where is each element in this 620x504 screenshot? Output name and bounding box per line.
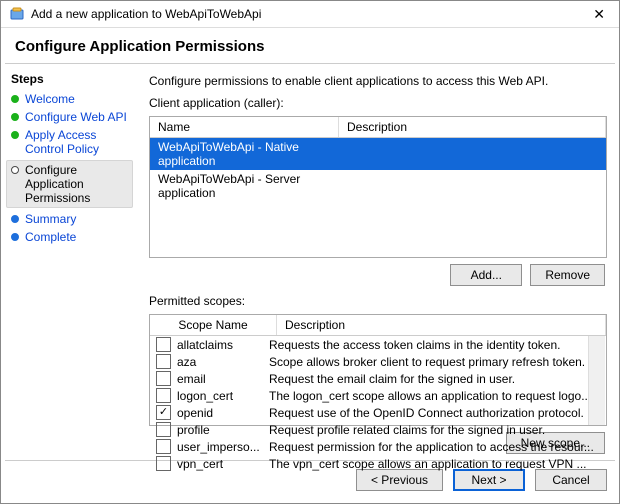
step-bullet-icon bbox=[11, 233, 19, 241]
scope-checkbox[interactable] bbox=[156, 371, 171, 386]
scope-row[interactable]: user_imperso...Request permission for th… bbox=[150, 438, 606, 455]
scope-row[interactable]: logon_certThe logon_cert scope allows an… bbox=[150, 387, 606, 404]
steps-sidebar: Steps Welcome Configure Web API Apply Acce… bbox=[1, 64, 139, 460]
scope-name: logon_cert bbox=[177, 389, 269, 403]
client-desc bbox=[330, 172, 598, 200]
step-bullet-icon bbox=[11, 166, 19, 174]
window-title: Add a new application to WebApiToWebApi bbox=[31, 7, 261, 21]
step-item[interactable]: Configure Web API bbox=[11, 110, 133, 124]
page-title: Configure Application Permissions bbox=[1, 28, 619, 63]
scope-desc: Request profile related claims for the s… bbox=[269, 423, 600, 437]
scopes-table[interactable]: Scope Name Description allatclaimsReques… bbox=[149, 314, 607, 426]
scopes-label: Permitted scopes: bbox=[149, 294, 607, 308]
step-label: Summary bbox=[25, 212, 76, 226]
steps-heading: Steps bbox=[11, 72, 133, 86]
step-item[interactable]: Summary bbox=[11, 212, 133, 226]
scope-row[interactable]: emailRequest the email claim for the sig… bbox=[150, 370, 606, 387]
scope-name: user_imperso... bbox=[177, 440, 269, 454]
client-row[interactable]: WebApiToWebApi - Native application bbox=[150, 138, 606, 170]
client-header: Name Description bbox=[150, 117, 606, 138]
client-label: Client application (caller): bbox=[149, 96, 607, 110]
client-table[interactable]: Name Description WebApiToWebApi - Native… bbox=[149, 116, 607, 258]
scope-name: vpn_cert bbox=[177, 457, 269, 471]
scope-checkbox[interactable] bbox=[156, 439, 171, 454]
scrollbar[interactable] bbox=[588, 336, 605, 425]
scope-checkbox[interactable] bbox=[156, 456, 171, 471]
client-col-desc[interactable]: Description bbox=[339, 117, 606, 137]
main-panel: Configure permissions to enable client a… bbox=[139, 64, 619, 460]
step-item[interactable]: Apply Access Control Policy bbox=[11, 128, 133, 156]
client-row[interactable]: WebApiToWebApi - Server application bbox=[150, 170, 606, 202]
scopes-header: Scope Name Description bbox=[150, 315, 606, 336]
scope-desc: The logon_cert scope allows an applicati… bbox=[269, 389, 600, 403]
scope-desc: Requests the access token claims in the … bbox=[269, 338, 600, 352]
step-bullet-icon bbox=[11, 131, 19, 139]
scope-col-desc[interactable]: Description bbox=[277, 315, 606, 335]
add-button[interactable]: Add... bbox=[450, 264, 522, 286]
scope-checkbox[interactable] bbox=[156, 405, 171, 420]
scope-col-name[interactable]: Scope Name bbox=[150, 315, 277, 335]
step-label: Complete bbox=[25, 230, 76, 244]
scope-checkbox[interactable] bbox=[156, 337, 171, 352]
step-bullet-icon bbox=[11, 95, 19, 103]
previous-button[interactable]: < Previous bbox=[356, 469, 443, 491]
scope-row[interactable]: openidRequest use of the OpenID Connect … bbox=[150, 404, 606, 421]
scope-name: aza bbox=[177, 355, 269, 369]
scope-name: profile bbox=[177, 423, 269, 437]
step-label: Configure Web API bbox=[25, 110, 127, 124]
scope-desc: Request the email claim for the signed i… bbox=[269, 372, 600, 386]
scope-row[interactable]: vpn_certThe vpn_cert scope allows an app… bbox=[150, 455, 606, 472]
scope-name: openid bbox=[177, 406, 269, 420]
scope-row[interactable]: allatclaimsRequests the access token cla… bbox=[150, 336, 606, 353]
step-bullet-icon bbox=[11, 113, 19, 121]
scope-desc: The vpn_cert scope allows an application… bbox=[269, 457, 600, 471]
scope-row[interactable]: profileRequest profile related claims fo… bbox=[150, 421, 606, 438]
client-name: WebApiToWebApi - Native application bbox=[158, 140, 330, 168]
scope-desc: Request use of the OpenID Connect author… bbox=[269, 406, 600, 420]
scope-row[interactable]: azaScope allows broker client to request… bbox=[150, 353, 606, 370]
app-icon bbox=[9, 6, 25, 22]
scope-name: email bbox=[177, 372, 269, 386]
step-label: Welcome bbox=[25, 92, 75, 106]
scope-checkbox[interactable] bbox=[156, 388, 171, 403]
step-label: Configure Application Permissions bbox=[25, 163, 128, 205]
instruction-text: Configure permissions to enable client a… bbox=[149, 74, 607, 88]
scope-checkbox[interactable] bbox=[156, 354, 171, 369]
scope-name: allatclaims bbox=[177, 338, 269, 352]
client-col-name[interactable]: Name bbox=[150, 117, 339, 137]
step-item: Configure Application Permissions bbox=[6, 160, 133, 208]
scope-desc: Scope allows broker client to request pr… bbox=[269, 355, 600, 369]
remove-button[interactable]: Remove bbox=[530, 264, 605, 286]
scope-desc: Request permission for the application t… bbox=[269, 440, 600, 454]
client-name: WebApiToWebApi - Server application bbox=[158, 172, 330, 200]
client-desc bbox=[330, 140, 598, 168]
close-icon[interactable]: ✕ bbox=[587, 5, 611, 23]
step-item[interactable]: Complete bbox=[11, 230, 133, 244]
next-button[interactable]: Next > bbox=[453, 469, 525, 491]
step-label: Apply Access Control Policy bbox=[25, 128, 133, 156]
step-item[interactable]: Welcome bbox=[11, 92, 133, 106]
wizard-window: Add a new application to WebApiToWebApi … bbox=[0, 0, 620, 504]
cancel-button[interactable]: Cancel bbox=[535, 469, 607, 491]
scope-checkbox[interactable] bbox=[156, 422, 171, 437]
step-bullet-icon bbox=[11, 215, 19, 223]
titlebar: Add a new application to WebApiToWebApi … bbox=[1, 1, 619, 28]
